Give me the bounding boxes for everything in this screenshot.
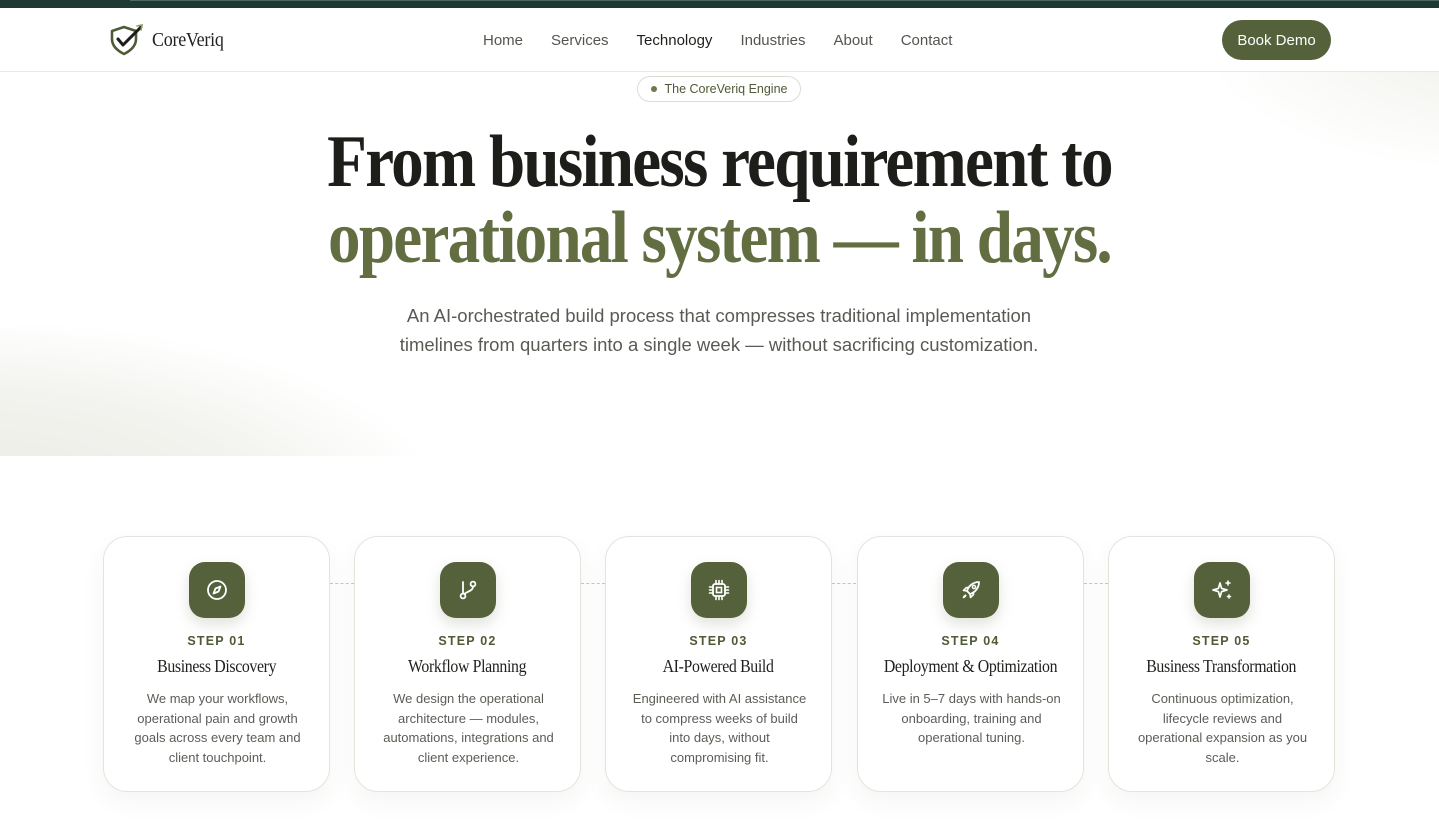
step-icon-badge: [943, 562, 999, 618]
step-title: Business Discovery: [156, 656, 277, 676]
site-header: CoreVeriq Home Services Technology Indus…: [0, 8, 1439, 72]
step-title: Workflow Planning: [408, 656, 527, 676]
nav-services[interactable]: Services: [551, 32, 609, 49]
nav-contact[interactable]: Contact: [901, 32, 953, 49]
step-title: AI-Powered Build: [663, 656, 774, 676]
step-description: We map your workflows, operational pain …: [134, 691, 301, 765]
step-icon-badge: [440, 562, 496, 618]
step-number: STEP 04: [941, 634, 1000, 648]
step-icon-badge: [691, 562, 747, 618]
step-card-2: STEP 02 Workflow Planning We design the …: [354, 536, 581, 792]
top-accent-bar: [0, 0, 1439, 8]
badge-label: The CoreVeriq Engine: [664, 82, 788, 96]
step-connector: [581, 583, 605, 584]
hero-section: The CoreVeriq Engine From business requi…: [0, 72, 1439, 456]
step-connector: [832, 583, 856, 584]
engine-badge: The CoreVeriq Engine: [637, 76, 801, 102]
step-connector: [330, 583, 354, 584]
process-steps: STEP 01 Business Discovery We map your w…: [103, 536, 1335, 792]
shield-check-icon: [110, 24, 144, 56]
step-title: Deployment & Optimization: [883, 656, 1058, 676]
step-number: STEP 03: [689, 634, 748, 648]
step-number: STEP 01: [187, 634, 246, 648]
hero-headline: From business requirement to operational…: [150, 124, 1289, 276]
rocket-icon: [962, 581, 980, 599]
compass-icon: [207, 580, 227, 600]
step-card-3: STEP 03 AI-Powered Build Engineered with…: [605, 536, 832, 792]
step-title: Business Transformation: [1146, 656, 1297, 676]
badge-dot-icon: [650, 86, 657, 92]
step-description: Continuous optimization, lifecycle revie…: [1137, 691, 1308, 765]
step-description: Engineered with AI assistance to compres…: [632, 691, 807, 765]
step-number: STEP 05: [1192, 634, 1251, 648]
headline-plain: From business requirement to: [327, 121, 1113, 203]
step-description: We design the operational architecture —…: [383, 691, 554, 765]
step-description: Live in 5–7 days with hands-on onboardin…: [882, 691, 1061, 745]
cpu-icon: [708, 579, 730, 601]
step-card-1: STEP 01 Business Discovery We map your w…: [103, 536, 330, 792]
step-icon-badge: [1194, 562, 1250, 618]
step-connector: [1084, 583, 1108, 584]
step-icon-badge: [189, 562, 245, 618]
nav-about[interactable]: About: [833, 32, 872, 49]
brand-name: CoreVeriq: [152, 28, 224, 51]
step-card-5: STEP 05 Business Transformation Continuo…: [1108, 536, 1335, 792]
brand-logo[interactable]: CoreVeriq: [108, 24, 232, 56]
step-number: STEP 02: [438, 634, 497, 648]
nav-industries[interactable]: Industries: [740, 32, 805, 49]
step-card-4: STEP 04 Deployment & Optimization Live i…: [857, 536, 1084, 792]
git-branch-icon: [459, 580, 477, 600]
sparkles-icon: [1212, 580, 1232, 599]
hero-subtitle: An AI-orchestrated build process that co…: [399, 305, 1039, 355]
headline-accent: operational system — in days.: [328, 197, 1113, 279]
nav-home[interactable]: Home: [483, 32, 523, 49]
main-nav: Home Services Technology Industries Abou…: [483, 8, 952, 72]
book-demo-button[interactable]: Book Demo: [1222, 20, 1331, 60]
nav-technology[interactable]: Technology: [637, 32, 713, 49]
